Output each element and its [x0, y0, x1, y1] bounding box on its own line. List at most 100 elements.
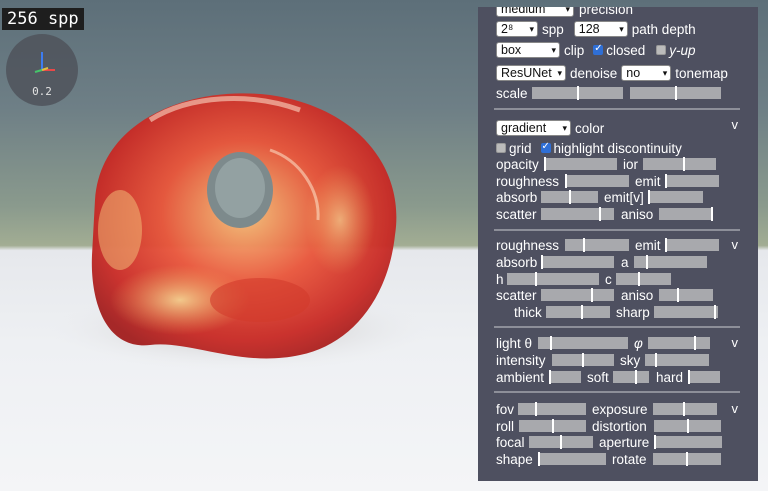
color-select[interactable]: gradient ▾ [496, 120, 571, 136]
ground-roughness-slider[interactable] [565, 238, 629, 252]
slider-thumb[interactable] [560, 435, 562, 449]
axis-gizmo[interactable]: 0.2 [6, 34, 78, 106]
ior-slider[interactable] [643, 157, 716, 171]
intensity-label: intensity [496, 352, 546, 368]
slider-thumb[interactable] [581, 305, 583, 319]
distortion-slider[interactable] [654, 419, 721, 433]
slider-thumb[interactable] [687, 419, 689, 433]
material-emitv-slider[interactable] [648, 190, 703, 204]
material-emitv-label: emit[v] [604, 189, 644, 205]
slider-thumb[interactable] [714, 305, 716, 319]
slider-thumb[interactable] [535, 272, 537, 286]
material-roughness-slider[interactable] [565, 174, 629, 188]
chevron-down-icon: ▾ [551, 44, 556, 55]
clip-select[interactable]: box ▾ [496, 42, 560, 58]
slider-thumb[interactable] [655, 353, 657, 367]
slider-thumb[interactable] [544, 157, 546, 171]
sharp-slider[interactable] [654, 305, 718, 319]
color-row: gradient ▾ color [496, 119, 604, 137]
spp-select[interactable]: 2⁸ ▾ [496, 21, 538, 37]
soft-slider[interactable] [613, 370, 649, 384]
slider-thumb[interactable] [541, 255, 543, 269]
h-slider[interactable] [507, 272, 599, 286]
slider-thumb[interactable] [550, 336, 552, 350]
slider-thumb[interactable] [677, 288, 679, 302]
slider-thumb[interactable] [648, 190, 650, 204]
slider-thumb[interactable] [582, 353, 584, 367]
path-depth-select[interactable]: 128 ▾ [573, 21, 628, 37]
material-scatter-slider[interactable] [541, 207, 614, 221]
slider-thumb[interactable] [538, 452, 540, 466]
slider-thumb[interactable] [646, 255, 648, 269]
tonemap-select[interactable]: no ▾ [621, 65, 672, 81]
slider-thumb[interactable] [549, 370, 551, 384]
slider-thumb[interactable] [577, 86, 579, 100]
slider-thumb[interactable] [675, 86, 677, 100]
rotate-slider[interactable] [653, 452, 721, 466]
yup-checkbox[interactable] [656, 45, 667, 55]
slider-thumb[interactable] [565, 174, 567, 188]
precision-select[interactable]: medium ▾ [496, 7, 574, 17]
slider-thumb[interactable] [591, 288, 593, 302]
intensity-slider[interactable] [552, 353, 614, 367]
material-aniso-slider[interactable] [659, 207, 713, 221]
ground-roughness-label: roughness [496, 237, 560, 253]
ground-scatter-slider[interactable] [541, 288, 614, 302]
camera-collapse-toggle[interactable]: v [732, 401, 739, 416]
material-collapse-toggle[interactable]: v [732, 117, 739, 132]
slider-thumb[interactable] [688, 370, 690, 384]
slider-thumb[interactable] [665, 238, 667, 252]
shape-slider[interactable] [538, 452, 606, 466]
slider-thumb[interactable] [599, 207, 601, 221]
slider-thumb[interactable] [638, 272, 640, 286]
material-scatter-label: scatter [496, 206, 537, 222]
slider-thumb[interactable] [694, 336, 696, 350]
slider-thumb[interactable] [683, 402, 685, 416]
roll-slider[interactable] [519, 419, 586, 433]
closed-checkbox[interactable] [593, 43, 604, 55]
opacity-slider[interactable] [544, 157, 617, 171]
fov-slider[interactable] [518, 402, 586, 416]
light-phi-slider[interactable] [648, 336, 710, 350]
ior-label: ior [623, 156, 639, 172]
c-slider[interactable] [616, 272, 671, 286]
slider-thumb[interactable] [686, 452, 688, 466]
ground-emit-slider[interactable] [665, 238, 719, 252]
focal-label-wrap: focal [496, 433, 525, 451]
light-collapse-toggle[interactable]: v [732, 335, 739, 350]
highlight-discontinuity-checkbox[interactable] [540, 141, 551, 153]
scale-slider-1[interactable] [532, 86, 623, 100]
precision-label: precision [579, 7, 634, 17]
a-slider[interactable] [634, 255, 707, 269]
ground-aniso-slider[interactable] [659, 288, 713, 302]
aperture-slider[interactable] [654, 435, 722, 449]
light-theta-slider[interactable] [538, 336, 628, 350]
slider-thumb[interactable] [569, 190, 571, 204]
material-emit-slider[interactable] [665, 174, 719, 188]
rotate-label-wrap: rotate [612, 450, 647, 468]
ground-collapse-toggle[interactable]: v [732, 237, 739, 252]
exposure-slider[interactable] [653, 402, 717, 416]
slider-thumb[interactable] [665, 174, 667, 188]
grid-checkbox[interactable] [496, 143, 506, 153]
sky-label: sky [620, 352, 641, 368]
slider-thumb[interactable] [552, 419, 554, 433]
scale-slider-2[interactable] [630, 86, 721, 100]
slider-thumb[interactable] [535, 402, 537, 416]
slider-thumb[interactable] [635, 370, 637, 384]
ground-aniso-label-wrap: aniso [621, 286, 653, 304]
thick-slider[interactable] [546, 305, 610, 319]
sky-slider[interactable] [645, 353, 709, 367]
ambient-slider[interactable] [549, 370, 581, 384]
material-absorb-slider[interactable] [541, 190, 598, 204]
slider-thumb[interactable] [583, 238, 585, 252]
slider-thumb[interactable] [654, 435, 656, 449]
ground-absorb-slider[interactable] [541, 255, 614, 269]
slider-thumb[interactable] [711, 207, 713, 221]
emitv-label-wrap: emit[v] [604, 188, 644, 206]
hard-slider[interactable] [688, 370, 720, 384]
light-phi-label: φ [634, 335, 643, 351]
denoise-select[interactable]: ResUNet ▾ [496, 65, 566, 81]
focal-slider[interactable] [529, 435, 593, 449]
slider-thumb[interactable] [683, 157, 685, 171]
